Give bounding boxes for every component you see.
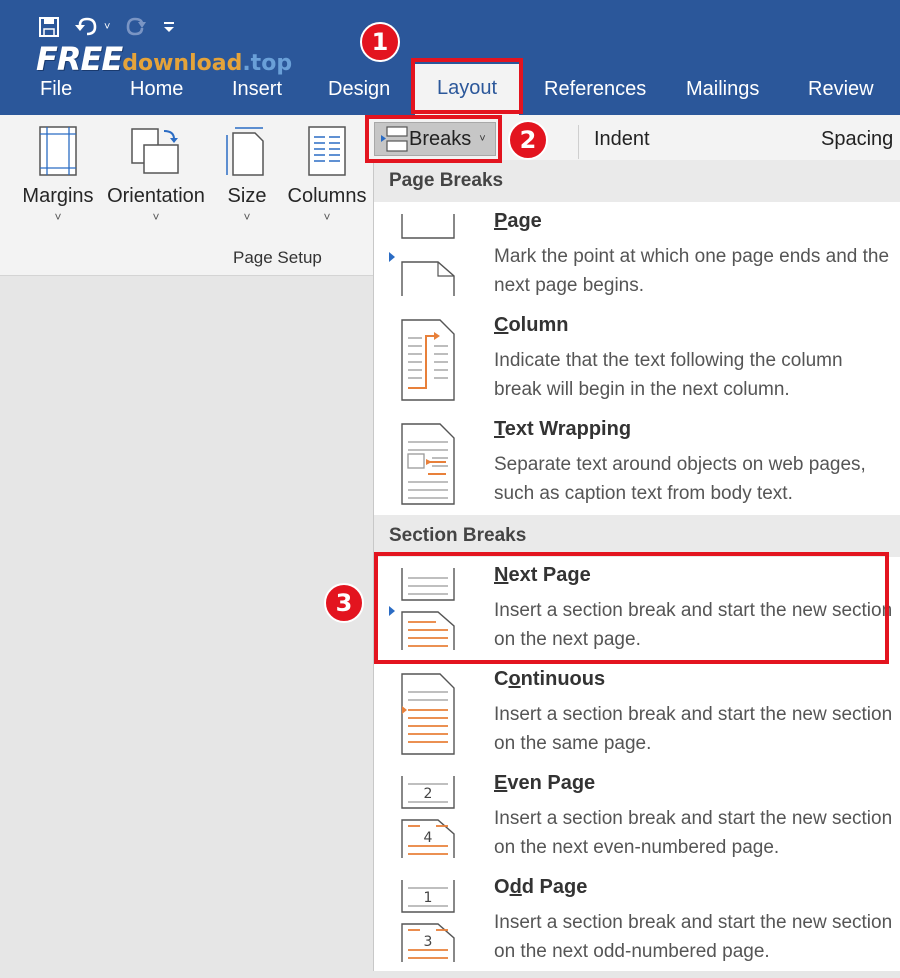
chevron-down-icon: ˅ bbox=[323, 210, 331, 224]
svg-text:1: 1 bbox=[424, 890, 433, 906]
step-badge-2: 2 bbox=[508, 120, 548, 160]
breaks-label: Breaks bbox=[409, 127, 472, 150]
menu-item-text-wrapping[interactable]: Text Wrapping Separate text around objec… bbox=[374, 416, 900, 520]
orientation-icon bbox=[131, 128, 179, 174]
ribbon-tabs: File Home Insert Design Layout Reference… bbox=[0, 56, 900, 115]
continuous-break-icon bbox=[401, 673, 455, 755]
step-badge-3: 3 bbox=[324, 583, 364, 623]
next-page-break-icon bbox=[401, 568, 455, 650]
redo-icon[interactable] bbox=[124, 16, 148, 38]
tab-review[interactable]: Review bbox=[808, 78, 874, 101]
tab-insert[interactable]: Insert bbox=[232, 78, 282, 101]
title-bar: ˅ FREEdownload.top File Home Insert Desi… bbox=[0, 0, 900, 115]
page-breaks-header: Page Breaks bbox=[374, 160, 900, 202]
svg-text:3: 3 bbox=[424, 934, 433, 950]
chevron-down-icon: ˅ bbox=[479, 133, 486, 145]
menu-item-even-page[interactable]: 24 Even Page Insert a section break and … bbox=[374, 770, 900, 874]
default-marker-icon bbox=[389, 606, 395, 616]
columns-icon bbox=[308, 126, 346, 176]
menu-item-page[interactable]: Page Mark the point at which one page en… bbox=[374, 208, 900, 312]
margins-icon bbox=[39, 126, 77, 176]
columns-button[interactable]: Columns ˅ bbox=[284, 125, 370, 224]
odd-page-break-icon: 13 bbox=[401, 880, 455, 962]
svg-text:4: 4 bbox=[424, 830, 433, 846]
svg-text:2: 2 bbox=[424, 786, 433, 802]
page-setup-group-label: Page Setup bbox=[233, 248, 322, 267]
save-icon[interactable] bbox=[38, 16, 60, 38]
even-page-break-icon: 24 bbox=[401, 776, 455, 858]
customize-qat-icon[interactable] bbox=[162, 20, 176, 34]
chevron-down-icon: ˅ bbox=[54, 210, 62, 224]
chevron-down-icon: ˅ bbox=[243, 210, 251, 224]
tab-layout[interactable]: Layout bbox=[415, 64, 520, 115]
margins-button[interactable]: Margins ˅ bbox=[20, 125, 96, 224]
chevron-down-icon: ˅ bbox=[152, 210, 160, 224]
quick-access-toolbar: ˅ bbox=[38, 16, 176, 38]
tab-mailings[interactable]: Mailings bbox=[686, 78, 759, 101]
tab-file[interactable]: File bbox=[40, 78, 72, 101]
menu-item-column[interactable]: Column Indicate that the text following … bbox=[374, 312, 900, 416]
menu-item-continuous[interactable]: Continuous Insert a section break and st… bbox=[374, 666, 900, 770]
menu-item-odd-page[interactable]: 13 Odd Page Insert a section break and s… bbox=[374, 874, 900, 978]
menu-item-next-page[interactable]: Next Page Insert a section break and sta… bbox=[374, 562, 900, 666]
breaks-button[interactable]: Breaks ˅ bbox=[374, 122, 496, 156]
section-breaks-header: Section Breaks bbox=[374, 515, 900, 557]
undo-dropdown-icon[interactable]: ˅ bbox=[104, 21, 110, 33]
indent-label: Indent bbox=[594, 128, 650, 150]
breaks-dropdown-menu: Page Breaks Page Mark the point at which… bbox=[373, 160, 900, 971]
default-marker-icon bbox=[389, 252, 395, 262]
page-break-icon bbox=[401, 214, 455, 296]
size-icon bbox=[226, 127, 264, 176]
size-button[interactable]: Size ˅ bbox=[218, 125, 276, 224]
spacing-label: Spacing bbox=[821, 128, 894, 150]
text-wrapping-icon bbox=[401, 423, 455, 505]
tab-references[interactable]: References bbox=[544, 78, 646, 101]
tab-home[interactable]: Home bbox=[130, 78, 183, 101]
breaks-icon bbox=[381, 126, 408, 152]
orientation-button[interactable]: Orientation ˅ bbox=[103, 125, 209, 224]
tab-design[interactable]: Design bbox=[328, 78, 390, 101]
column-break-icon bbox=[401, 319, 455, 401]
undo-icon[interactable] bbox=[74, 16, 100, 38]
step-badge-1: 1 bbox=[360, 22, 400, 62]
